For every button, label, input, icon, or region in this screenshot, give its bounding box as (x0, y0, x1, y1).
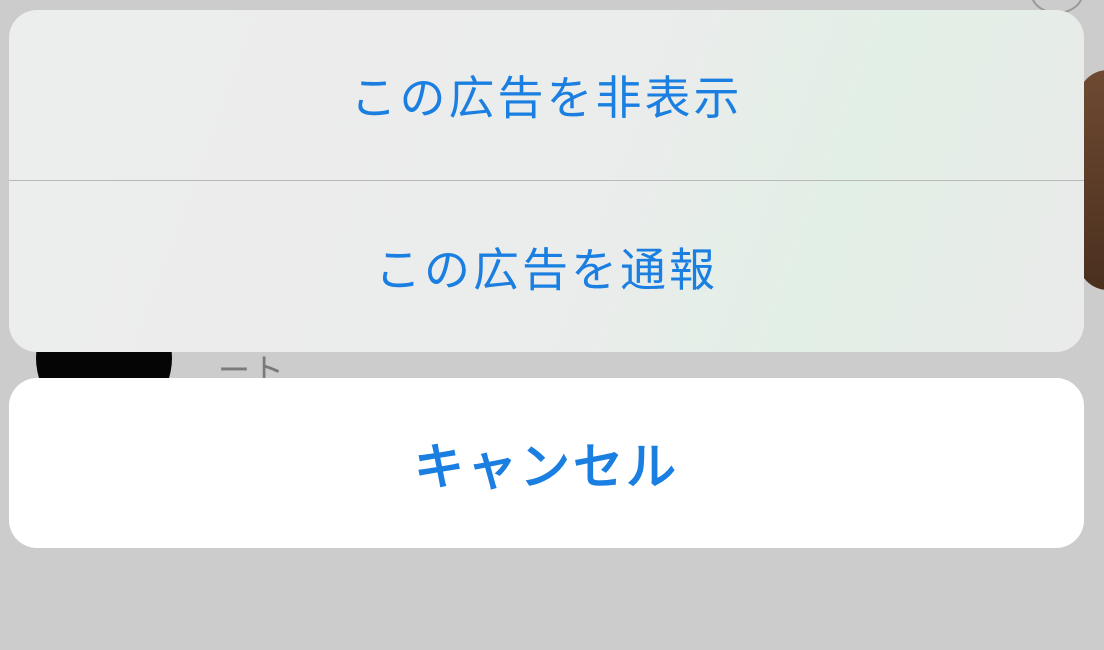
report-ad-button[interactable]: この広告を通報 (9, 182, 1084, 352)
action-sheet-group: この広告を非表示 この広告を通報 (9, 10, 1084, 352)
hide-ad-button[interactable]: この広告を非表示 (9, 10, 1084, 180)
cancel-button[interactable]: キャンセル (9, 378, 1084, 548)
action-separator (9, 180, 1084, 181)
